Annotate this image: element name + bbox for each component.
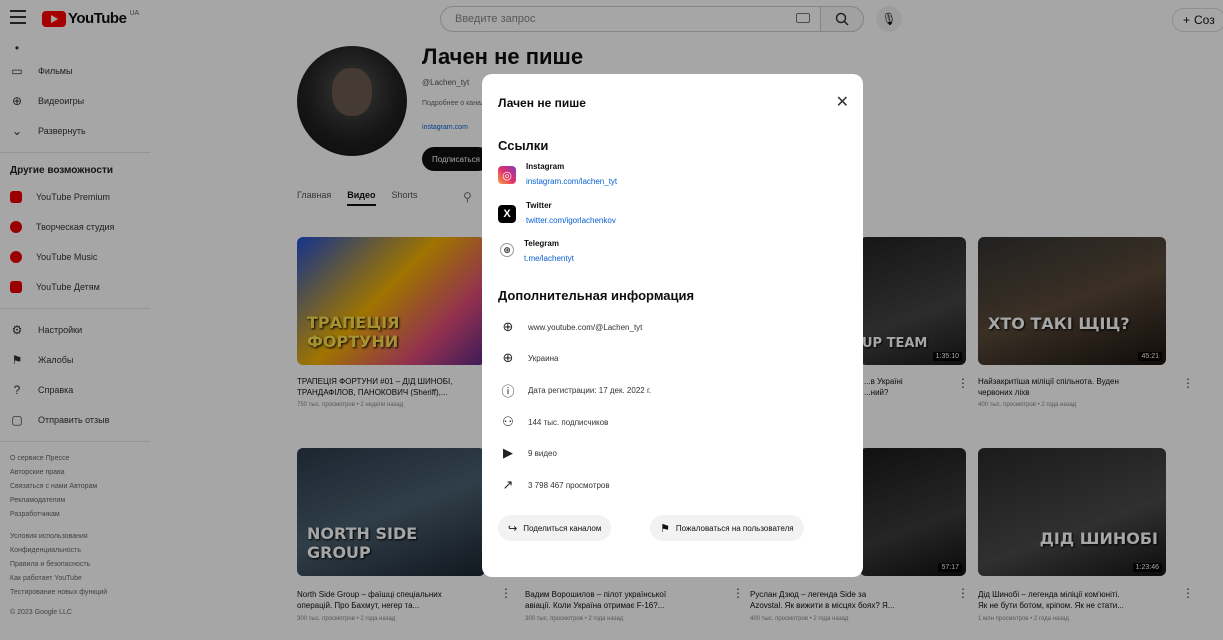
- dialog-title: Лачен не пише: [498, 96, 586, 110]
- info-text: Дата регистрации: 17 дек. 2022 г.: [528, 385, 652, 395]
- about-channel-dialog: Лачен не пише ✕ Ссылки ◎ Instagram insta…: [482, 74, 863, 577]
- link-url[interactable]: instagram.com/lachen_tyt: [526, 177, 617, 186]
- globe-icon: ⊕: [500, 243, 514, 257]
- share-icon: ↪: [508, 522, 518, 535]
- globe-icon: ⊕: [502, 350, 514, 365]
- link-item-telegram[interactable]: ⊕ Telegram t.me/lachentyt: [498, 239, 574, 263]
- report-label: Пожаловаться на пользователя: [675, 523, 794, 533]
- info-text[interactable]: www.youtube.com/@Lachen_tyt: [528, 323, 642, 332]
- info-text: 9 видео: [528, 448, 557, 458]
- subscribers-icon: ⚇: [502, 414, 514, 429]
- flag-icon: ⚑: [660, 522, 670, 535]
- twitter-x-icon: X: [498, 205, 516, 223]
- link-name: Telegram: [524, 239, 559, 248]
- share-label: Поделиться каналом: [523, 523, 602, 533]
- info-country: ⊕ Украина: [500, 350, 559, 366]
- share-channel-button[interactable]: ↪ Поделиться каналом: [498, 515, 612, 541]
- info-url: ⊕ www.youtube.com/@Lachen_tyt: [500, 319, 643, 335]
- info-text: 3 798 467 просмотров: [528, 480, 610, 490]
- report-user-button[interactable]: ⚑ Пожаловаться на пользователя: [650, 515, 804, 541]
- link-name: Twitter: [526, 201, 552, 210]
- link-url[interactable]: twitter.com/igorlachenkov: [526, 216, 616, 225]
- video-icon: ▶: [503, 445, 513, 460]
- info-joined: ⓘ Дата регистрации: 17 дек. 2022 г.: [500, 382, 652, 399]
- close-icon[interactable]: ✕: [836, 92, 849, 112]
- info-views: ↗ 3 798 467 просмотров: [500, 477, 610, 493]
- trending-icon: ↗: [502, 477, 514, 492]
- info-text: Украина: [528, 353, 559, 363]
- info-text: 144 тыс. подписчиков: [528, 417, 609, 427]
- instagram-icon: ◎: [498, 166, 516, 184]
- info-videos: ▶ 9 видео: [500, 445, 557, 461]
- link-item-twitter[interactable]: X Twitter twitter.com/igorlachenkov: [498, 201, 616, 225]
- link-url[interactable]: t.me/lachentyt: [524, 254, 574, 263]
- link-item-instagram[interactable]: ◎ Instagram instagram.com/lachen_tyt: [498, 162, 617, 186]
- link-name: Instagram: [526, 162, 565, 171]
- info-subscribers: ⚇ 144 тыс. подписчиков: [500, 414, 608, 430]
- additional-info-heading: Дополнительная информация: [498, 288, 695, 303]
- globe-icon: ⊕: [502, 319, 514, 334]
- info-icon: ⓘ: [501, 383, 515, 399]
- links-heading: Ссылки: [498, 138, 549, 153]
